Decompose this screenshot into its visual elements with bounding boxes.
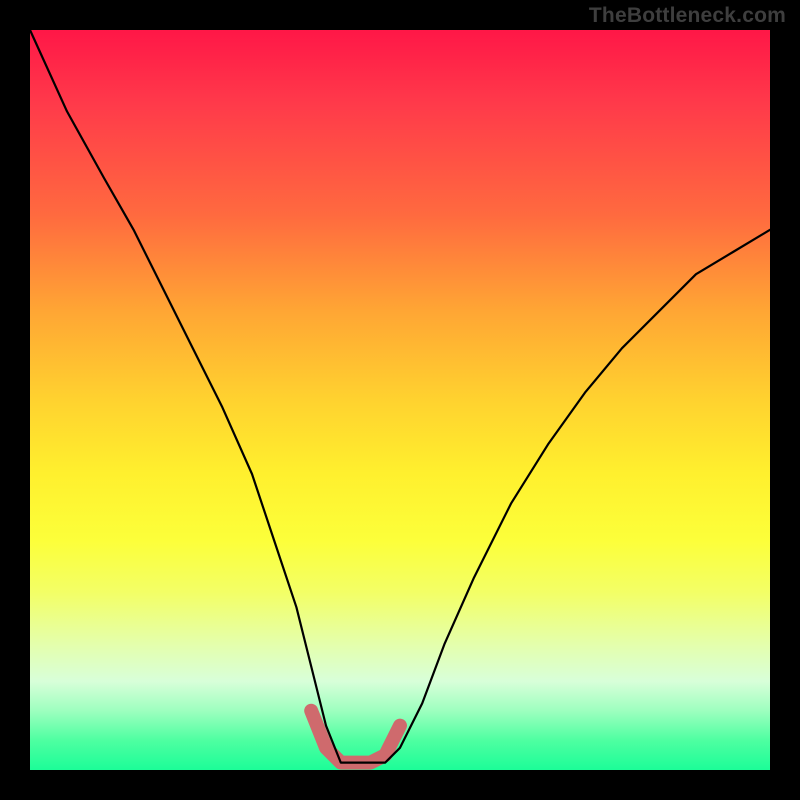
watermark-text: TheBottleneck.com — [589, 4, 786, 28]
curves-svg — [30, 30, 770, 770]
gradient-plot-area — [30, 30, 770, 770]
bottleneck-curve-path — [30, 30, 770, 763]
chart-frame: TheBottleneck.com — [0, 0, 800, 800]
